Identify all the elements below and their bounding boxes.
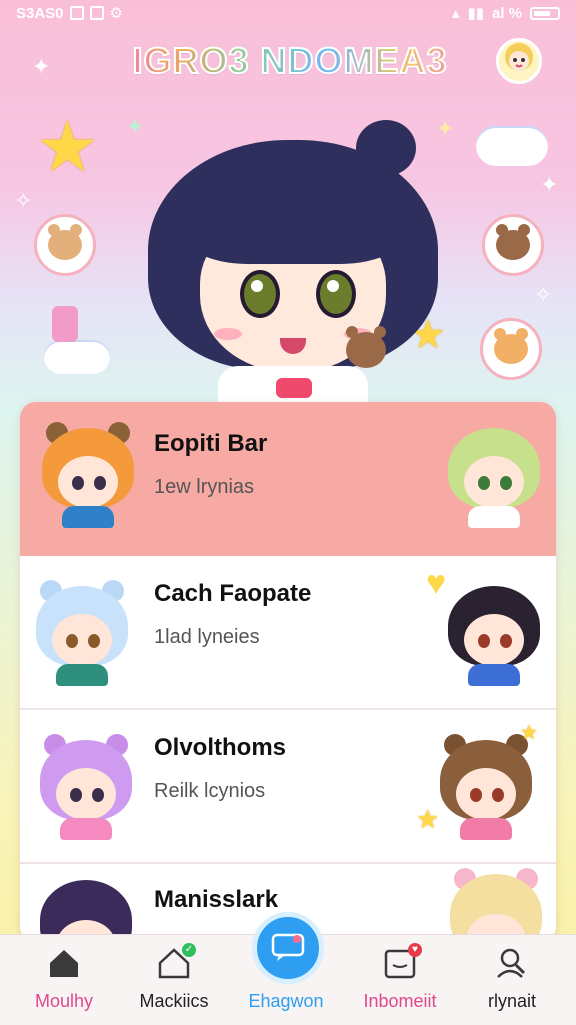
- avatar: [448, 428, 540, 528]
- house-outline-icon: ✓: [156, 943, 196, 981]
- nav-item-profile[interactable]: rlynait: [462, 935, 562, 1025]
- sparkle-icon: ✧: [534, 282, 553, 307]
- wifi-icon: ▴: [451, 5, 460, 22]
- list-item-title: Cach Faopate: [154, 580, 312, 607]
- chat-icon: [271, 933, 305, 961]
- profile-avatar-icon: [505, 43, 533, 71]
- avatar: [36, 580, 128, 686]
- chat-action-button[interactable]: [252, 912, 324, 984]
- list-item-subtitle: 1ew lrynias: [154, 476, 255, 498]
- sparkle-icon: ✦: [436, 116, 455, 141]
- cloud-icon: [476, 126, 548, 166]
- home-icon: [46, 945, 82, 981]
- bear-sticker-bubble: [482, 214, 544, 276]
- sparkle-icon: ✦: [540, 172, 559, 197]
- potion-icon: [52, 306, 78, 342]
- app-title: IGRO3 NDOMEA3: [100, 39, 480, 82]
- hero-illustration: ★ ★ ✦ ✦ ✧ ✦ ✧ ✦: [0, 54, 576, 412]
- bear-icon: [496, 224, 530, 260]
- star-icon: ★: [36, 108, 99, 186]
- nav-label: Mackiics: [139, 991, 209, 1011]
- sparkle-icon: ✦: [32, 54, 51, 79]
- sparkle-icon: ✦: [126, 114, 145, 139]
- nav-label: Inbomeiit: [363, 991, 437, 1011]
- list-item-subtitle: Reilk lcynios: [154, 780, 266, 802]
- status-signal-text: al %: [491, 4, 522, 22]
- star-icon: ★: [416, 804, 440, 834]
- cloud-icon: [44, 340, 110, 374]
- bear-wand-icon: [346, 326, 386, 368]
- status-right: ▴ ▮▮ al %: [452, 4, 560, 22]
- list-item-title: Olvolthoms: [154, 734, 287, 761]
- list-item[interactable]: Eopiti Bar 1ew lrynias: [20, 402, 556, 556]
- list-item[interactable]: Cach Faopate 1lad lyneies ♥: [20, 556, 556, 710]
- hero-character: [148, 120, 438, 410]
- status-time: S3AS0: [16, 4, 64, 22]
- bear-icon: [494, 328, 528, 364]
- avatar: [448, 586, 540, 686]
- star-icon: ★: [520, 722, 538, 744]
- list-item-title: Eopiti Bar: [154, 430, 268, 457]
- heart-icon: ♥: [426, 564, 447, 602]
- status-left: S3AS0 ⚙: [16, 4, 123, 23]
- bear-sticker-bubble: [34, 214, 96, 276]
- signal-icon: ▮▮: [467, 5, 484, 22]
- notification-icon: [69, 6, 84, 20]
- nav-label: Ehagwon: [248, 991, 324, 1011]
- bear-sticker-bubble: [480, 318, 542, 380]
- nav-item-inbox[interactable]: ♥ Inbomeiit: [350, 935, 450, 1025]
- avatar: [450, 868, 542, 942]
- avatar: [40, 734, 132, 840]
- chat-list: Eopiti Bar 1ew lrynias Cach Faopate 1lad…: [20, 402, 556, 942]
- nav-label: Moulhy: [34, 991, 94, 1011]
- notification-icon-2: [89, 6, 104, 20]
- list-item-subtitle: 1lad lyneies: [154, 626, 260, 648]
- sparkle-icon: ✧: [14, 188, 33, 213]
- nav-item-home[interactable]: Moulhy: [14, 935, 114, 1025]
- nav-label: rlynait: [487, 991, 536, 1011]
- avatar: [440, 734, 532, 840]
- inbox-icon: ♥: [382, 943, 422, 981]
- avatar: [42, 422, 134, 528]
- nav-item-mackiics[interactable]: ✓ Mackiics: [124, 935, 224, 1025]
- status-bar: S3AS0 ⚙ ▴ ▮▮ al %: [0, 0, 576, 26]
- profile-search-icon: [494, 945, 530, 981]
- avatar: [40, 880, 132, 942]
- list-item-title: Manisslark: [154, 886, 279, 913]
- profile-avatar[interactable]: [496, 38, 542, 84]
- bear-icon: [48, 224, 82, 260]
- settings-icon: ⚙: [109, 5, 123, 22]
- battery-icon: [530, 6, 560, 20]
- list-item[interactable]: Olvolthoms Reilk lcynios ★ ★: [20, 710, 556, 864]
